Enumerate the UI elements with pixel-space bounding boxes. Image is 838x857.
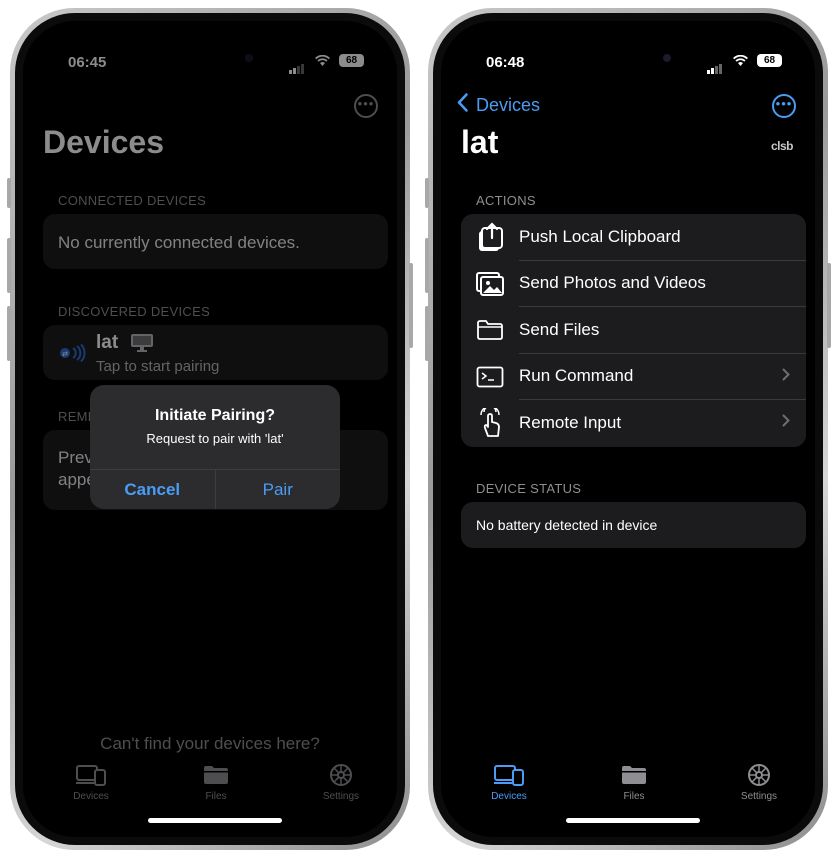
screen-right: 06:48 68 Devices ••• lat clsb ACTIONS Pu… xyxy=(441,21,815,837)
action-row-push-clipboard[interactable]: Push Local Clipboard xyxy=(461,214,806,261)
action-label: Send Files xyxy=(519,307,806,354)
hand-pointer-icon xyxy=(461,408,519,438)
terminal-icon xyxy=(461,366,519,388)
wifi-icon xyxy=(733,54,748,70)
action-label: Run Command xyxy=(519,354,806,400)
action-label: Remote Input xyxy=(519,413,622,433)
chevron-right-icon xyxy=(782,368,790,386)
action-row-run-command[interactable]: Run Command xyxy=(461,354,806,400)
device-title: lat xyxy=(461,124,499,160)
tab-files[interactable]: Files xyxy=(599,763,669,802)
device-status-card: No battery detected in device xyxy=(461,502,806,548)
gear-icon xyxy=(724,763,794,787)
back-button-label: Devices xyxy=(476,94,541,115)
volume-up-button xyxy=(7,238,11,293)
pair-button[interactable]: Pair xyxy=(214,470,341,509)
alert-title: Initiate Pairing? xyxy=(154,407,275,424)
pairing-alert: Initiate Pairing? Request to pair with '… xyxy=(90,385,340,509)
devices-icon xyxy=(474,763,544,787)
device-status-text: No battery detected in device xyxy=(476,517,658,533)
tab-bar: Devices Files Settings xyxy=(441,763,815,823)
alert-actions: Cancel Pair xyxy=(90,469,340,509)
action-row-send-files[interactable]: Send Files xyxy=(461,307,806,354)
cancel-button[interactable]: Cancel xyxy=(90,470,215,509)
power-button xyxy=(827,263,831,348)
device-badge: clsb xyxy=(771,139,794,153)
device-status-header: DEVICE STATUS xyxy=(476,481,582,496)
tab-devices-label: Devices xyxy=(491,791,527,802)
photos-icon xyxy=(461,271,519,296)
clipboard-upload-icon xyxy=(461,222,519,252)
chevron-left-icon xyxy=(457,93,468,117)
home-indicator[interactable] xyxy=(148,818,282,823)
actions-header: ACTIONS xyxy=(476,193,536,208)
actions-card: Push Local Clipboard Send Photos and Vid… xyxy=(461,214,806,447)
action-label: Send Photos and Videos xyxy=(519,261,806,307)
tab-settings[interactable]: Settings xyxy=(724,763,794,802)
tab-settings-label: Settings xyxy=(740,791,778,802)
action-button xyxy=(7,178,11,208)
phone-frame-left: 06:45 68 ••• Devices CONNECTED DEVICES N… xyxy=(7,8,413,850)
chevron-right-icon xyxy=(782,414,790,432)
phone-frame-right: 06:48 68 Devices ••• lat clsb ACTIONS Pu… xyxy=(425,8,831,850)
volume-down-button xyxy=(425,306,429,361)
status-time: 06:48 xyxy=(486,54,525,71)
battery-indicator: 68 xyxy=(757,54,782,67)
folder-icon xyxy=(461,319,519,341)
tab-devices[interactable]: Devices xyxy=(474,763,544,802)
action-row-remote-input[interactable]: Remote Input xyxy=(461,400,806,447)
action-button xyxy=(425,178,429,208)
back-button[interactable]: Devices xyxy=(457,93,540,117)
home-indicator[interactable] xyxy=(566,818,700,823)
volume-down-button xyxy=(7,306,11,361)
action-label: Push Local Clipboard xyxy=(519,214,806,261)
power-button xyxy=(409,263,413,348)
folder-icon xyxy=(599,763,669,787)
cellular-signal-icon xyxy=(707,57,723,74)
front-camera xyxy=(663,54,671,62)
more-options-button[interactable]: ••• xyxy=(772,94,796,118)
screen-left: 06:45 68 ••• Devices CONNECTED DEVICES N… xyxy=(23,21,397,837)
action-row-send-photos[interactable]: Send Photos and Videos xyxy=(461,261,806,307)
tab-files-label: Files xyxy=(623,791,645,802)
alert-message: Request to pair with 'lat' xyxy=(146,431,284,446)
volume-up-button xyxy=(425,238,429,293)
